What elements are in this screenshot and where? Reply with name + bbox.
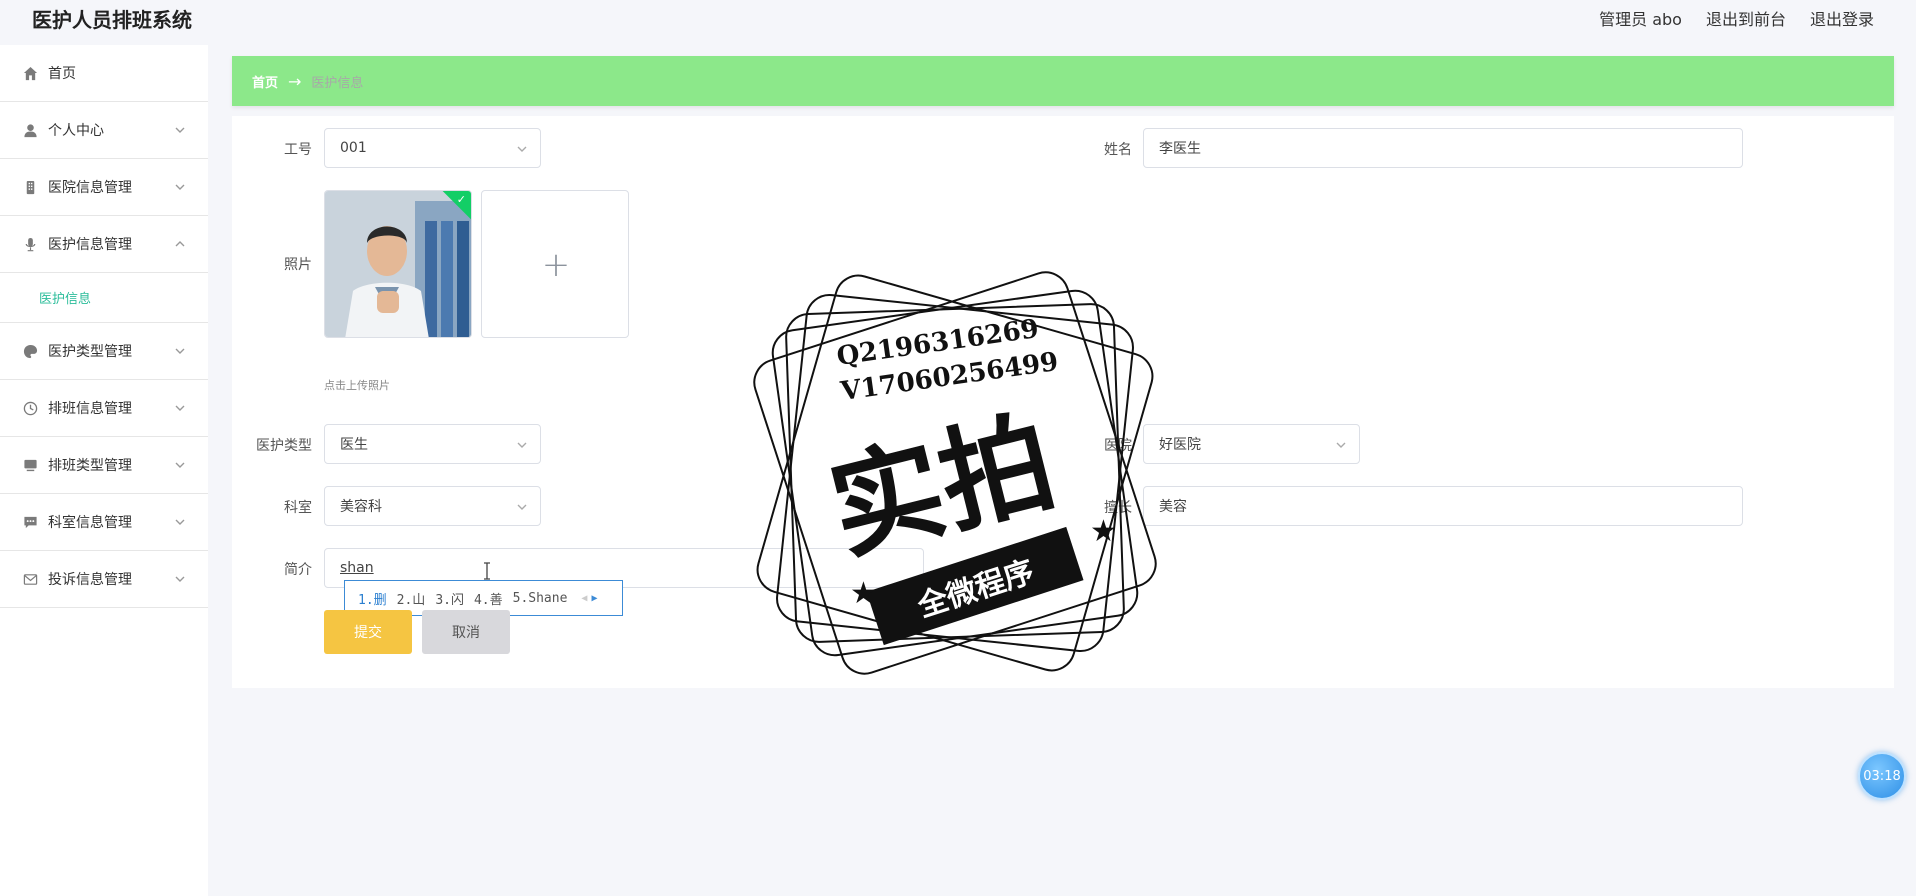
sidebar-item-staff-type[interactable]: 医护类型管理 <box>0 323 208 380</box>
breadcrumb-arrow: → <box>288 71 302 91</box>
ime-candidate[interactable]: 3.闪 <box>435 589 464 608</box>
chevron-up-icon <box>174 238 186 250</box>
sidebar: 首页 个人中心 医院信息管理 医护信息管理 医护信息 医护类型管理 排班信息管理… <box>0 45 208 896</box>
app-title: 医护人员排班系统 <box>32 8 192 32</box>
breadcrumb-home[interactable]: 首页 <box>252 72 278 91</box>
sidebar-item-department-info[interactable]: 科室信息管理 <box>0 494 208 551</box>
sidebar-item-complaint-info[interactable]: 投诉信息管理 <box>0 551 208 608</box>
submit-button[interactable]: 提交 <box>324 610 412 654</box>
palette-icon <box>22 343 38 359</box>
specialty-input[interactable]: 美容 <box>1143 486 1743 526</box>
ime-candidate[interactable]: 5.Shane <box>513 591 568 606</box>
job-no-select[interactable]: 001 <box>324 128 541 168</box>
upload-trigger[interactable]: + <box>481 190 629 338</box>
chevron-down-icon <box>516 143 528 155</box>
chevron-down-icon <box>174 459 186 471</box>
job-no-value: 001 <box>340 140 367 156</box>
sidebar-item-schedule-type[interactable]: 排班类型管理 <box>0 437 208 494</box>
chevron-down-icon <box>174 345 186 357</box>
sidebar-subitem-medical-staff[interactable]: 医护信息 <box>0 273 208 323</box>
department-select[interactable]: 美容科 <box>324 486 541 526</box>
building-icon <box>22 179 38 195</box>
text-cursor-icon <box>484 562 490 580</box>
breadcrumb-current: 医护信息 <box>311 75 364 91</box>
microphone-icon <box>22 236 38 252</box>
chevron-down-icon <box>174 516 186 528</box>
ime-nav: ◀ ▶ <box>581 593 597 604</box>
sidebar-item-label: 投诉信息管理 <box>48 572 132 588</box>
watermark-stamp: Q2196316269 V17060256499 实拍 全微程序 ★ ★ <box>740 258 1170 688</box>
ime-candidate[interactable]: 1.删 <box>358 589 387 608</box>
sidebar-item-label: 排班信息管理 <box>48 401 132 417</box>
ime-candidate[interactable]: 2.山 <box>397 589 426 608</box>
monitor-icon <box>22 457 38 473</box>
exit-to-front-link[interactable]: 退出到前台 <box>1706 6 1786 30</box>
sidebar-item-medical-staff-info[interactable]: 医护信息管理 <box>0 216 208 273</box>
sidebar-item-label: 排班类型管理 <box>48 458 132 474</box>
chevron-down-icon <box>174 124 186 136</box>
home-icon <box>22 65 38 81</box>
breadcrumb: 首页 → 医护信息 <box>232 56 1894 106</box>
chevron-down-icon <box>516 439 528 451</box>
sidebar-item-personal-center[interactable]: 个人中心 <box>0 102 208 159</box>
plus-icon: + <box>541 245 571 285</box>
user-icon <box>22 122 38 138</box>
chevron-down-icon <box>174 181 186 193</box>
chat-icon <box>22 514 38 530</box>
sidebar-item-hospital-info[interactable]: 医院信息管理 <box>0 159 208 216</box>
check-icon: ✓ <box>456 193 466 206</box>
upload-hint: 点击上传照片 <box>324 379 390 392</box>
triangle-right-icon[interactable]: ▶ <box>591 593 597 604</box>
name-value: 李医生 <box>1159 141 1201 157</box>
top-links: 管理员 abo 退出到前台 退出登录 <box>1599 6 1874 30</box>
sidebar-item-label: 科室信息管理 <box>48 515 132 531</box>
chevron-down-icon <box>1335 439 1347 451</box>
sidebar-item-label: 首页 <box>48 66 76 82</box>
hospital-select[interactable]: 好医院 <box>1143 424 1360 464</box>
staff-type-select[interactable]: 医生 <box>324 424 541 464</box>
sidebar-item-label: 医护类型管理 <box>48 344 132 360</box>
name-label: 姓名 <box>1104 142 1132 158</box>
logout-link[interactable]: 退出登录 <box>1810 6 1874 30</box>
admin-label[interactable]: 管理员 abo <box>1599 6 1682 30</box>
uploaded-photo[interactable]: ✓ <box>324 190 472 338</box>
chevron-down-icon <box>174 402 186 414</box>
chevron-down-icon <box>174 573 186 585</box>
timer-badge[interactable]: 03:18 <box>1858 752 1906 800</box>
triangle-left-icon[interactable]: ◀ <box>581 593 587 604</box>
cancel-button[interactable]: 取消 <box>422 610 510 654</box>
staff-type-label: 医护类型 <box>256 438 312 454</box>
photo-label: 照片 <box>284 257 312 273</box>
sidebar-item-schedule-info[interactable]: 排班信息管理 <box>0 380 208 437</box>
staff-type-value: 医生 <box>340 437 368 453</box>
star-icon: ★ <box>1090 514 1117 549</box>
sidebar-item-label: 医院信息管理 <box>48 180 132 196</box>
intro-label: 简介 <box>284 562 312 578</box>
star-icon: ★ <box>850 576 877 611</box>
mail-icon <box>22 571 38 587</box>
sidebar-item-label: 个人中心 <box>48 123 104 139</box>
clock-icon <box>22 400 38 416</box>
name-input[interactable]: 李医生 <box>1143 128 1743 168</box>
ime-candidate[interactable]: 4.善 <box>474 589 503 608</box>
sidebar-item-label: 医护信息管理 <box>48 237 132 253</box>
header: 医护人员排班系统 管理员 abo 退出到前台 退出登录 <box>0 0 1916 36</box>
department-value: 美容科 <box>340 499 382 515</box>
chevron-down-icon <box>516 501 528 513</box>
intro-value: shan <box>340 560 374 576</box>
sidebar-item-home[interactable]: 首页 <box>0 45 208 102</box>
job-no-label: 工号 <box>284 142 312 158</box>
department-label: 科室 <box>284 500 312 516</box>
doctor-photo-image <box>325 191 471 337</box>
